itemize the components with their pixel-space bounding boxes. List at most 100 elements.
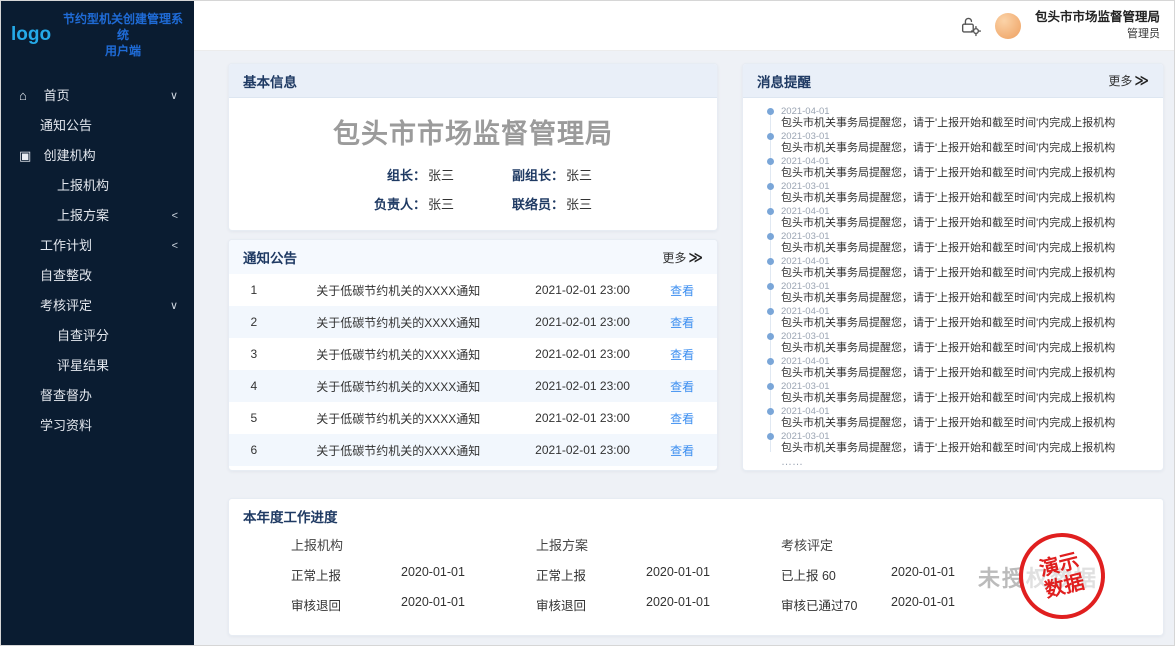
progress-label: 审核退回 bbox=[536, 595, 630, 614]
message-date: 2021-04-01 bbox=[781, 356, 1149, 367]
notice-view-link[interactable]: 查看 bbox=[647, 346, 717, 363]
sidebar-item[interactable]: 工作计划 < bbox=[1, 231, 194, 261]
notice-row: 3 关于低碳节约机关的XXXX通知 2021-02-01 23:00 查看 bbox=[229, 338, 717, 370]
progress-label: 审核已通过70 bbox=[781, 595, 875, 614]
sidebar-item[interactable]: 学习资料 bbox=[1, 411, 194, 441]
progress-group-title: 考核评定 bbox=[781, 535, 1026, 554]
message-date: 2021-04-01 bbox=[781, 306, 1149, 317]
sidebar-item[interactable]: 考核评定 ∨ bbox=[1, 291, 194, 321]
notice-time: 2021-02-01 23:00 bbox=[518, 411, 647, 425]
progress-row: 正常上报 2020-01-01 bbox=[291, 565, 536, 584]
message-text: 包头市机关事务局提醒您，请于'上报开始和截至时间'内完成上报机构 bbox=[781, 167, 1149, 180]
message-text: 包头市机关事务局提醒您，请于'上报开始和截至时间'内完成上报机构 bbox=[781, 342, 1149, 355]
notice-view-link[interactable]: 查看 bbox=[647, 378, 717, 395]
notice-row: 4 关于低碳节约机关的XXXX通知 2021-02-01 23:00 查看 bbox=[229, 370, 717, 402]
sidebar-item[interactable]: ⌂ 首页 ∨ bbox=[1, 81, 194, 111]
menu-item-label: 上报机构 bbox=[57, 178, 109, 193]
message-item: 2021-03-01 包头市机关事务局提醒您，请于'上报开始和截至时间'内完成上… bbox=[767, 131, 1149, 156]
notice-view-link[interactable]: 查看 bbox=[647, 442, 717, 459]
message-text: 包头市机关事务局提醒您，请于'上报开始和截至时间'内完成上报机构 bbox=[781, 367, 1149, 380]
message-item: 2021-03-01 包头市机关事务局提醒您，请于'上报开始和截至时间'内完成上… bbox=[767, 381, 1149, 406]
menu-item-label: 首页 bbox=[44, 88, 70, 103]
message-text: 包头市机关事务局提醒您，请于'上报开始和截至时间'内完成上报机构 bbox=[781, 192, 1149, 205]
notice-time: 2021-02-01 23:00 bbox=[518, 443, 647, 457]
menu-item-label: 通知公告 bbox=[40, 118, 92, 133]
message-date: 2021-03-01 bbox=[781, 181, 1149, 192]
sidebar-item[interactable]: ▣ 创建机构 bbox=[1, 141, 194, 171]
progress-title: 本年度工作进度 bbox=[243, 506, 338, 526]
more-arrow-icon: ≫ bbox=[688, 249, 703, 266]
message-date: 2021-03-01 bbox=[781, 431, 1149, 442]
message-text: 包头市机关事务局提醒您，请于'上报开始和截至时间'内完成上报机构 bbox=[781, 242, 1149, 255]
progress-value: 2020-01-01 bbox=[401, 595, 465, 614]
notice-title: 关于低碳节约机关的XXXX通知 bbox=[279, 282, 518, 299]
progress-group-title: 上报机构 bbox=[291, 535, 536, 554]
menu-item-label: 创建机构 bbox=[44, 148, 96, 163]
notice-view-link[interactable]: 查看 bbox=[647, 282, 717, 299]
info-field-label: 负责人： bbox=[354, 194, 426, 213]
message-text: 包头市机关事务局提醒您，请于'上报开始和截至时间'内完成上报机构 bbox=[781, 142, 1149, 155]
progress-row: 正常上报 2020-01-01 bbox=[536, 565, 781, 584]
menu-item-label: 评星结果 bbox=[57, 358, 109, 373]
notice-time: 2021-02-01 23:00 bbox=[518, 379, 647, 393]
message-date: 2021-03-01 bbox=[781, 381, 1149, 392]
message-item: 2021-03-01 包头市机关事务局提醒您，请于'上报开始和截至时间'内完成上… bbox=[767, 331, 1149, 356]
info-field-value: 张三 bbox=[566, 165, 592, 184]
message-item: 2021-03-01 包头市机关事务局提醒您，请于'上报开始和截至时间'内完成上… bbox=[767, 281, 1149, 306]
notice-view-link[interactable]: 查看 bbox=[647, 314, 717, 331]
sidebar-item[interactable]: 评星结果 bbox=[1, 351, 194, 381]
notice-title: 关于低碳节约机关的XXXX通知 bbox=[279, 442, 518, 459]
lock-settings-icon[interactable] bbox=[959, 15, 981, 37]
notice-view-link[interactable]: 查看 bbox=[647, 410, 717, 427]
notice-title: 关于低碳节约机关的XXXX通知 bbox=[279, 314, 518, 331]
message-text: 包头市机关事务局提醒您，请于'上报开始和截至时间'内完成上报机构 bbox=[781, 417, 1149, 430]
notice-index: 5 bbox=[229, 411, 279, 425]
message-item: 2021-04-01 包头市机关事务局提醒您，请于'上报开始和截至时间'内完成上… bbox=[767, 206, 1149, 231]
progress-value: 2020-01-01 bbox=[401, 565, 465, 584]
message-date: 2021-03-01 bbox=[781, 131, 1149, 142]
message-item: 2021-04-01 包头市机关事务局提醒您，请于'上报开始和截至时间'内完成上… bbox=[767, 306, 1149, 331]
progress-label: 正常上报 bbox=[291, 565, 385, 584]
progress-row: 审核退回 2020-01-01 bbox=[291, 595, 536, 614]
message-date: 2021-04-01 bbox=[781, 406, 1149, 417]
notice-index: 3 bbox=[229, 347, 279, 361]
message-item: 2021-03-01 包头市机关事务局提醒您，请于'上报开始和截至时间'内完成上… bbox=[767, 181, 1149, 206]
notice-index: 4 bbox=[229, 379, 279, 393]
notices-more-link[interactable]: 更多 ≫ bbox=[662, 249, 703, 266]
message-timeline: 2021-04-01 包头市机关事务局提醒您，请于'上报开始和截至时间'内完成上… bbox=[767, 106, 1149, 456]
avatar[interactable] bbox=[995, 13, 1021, 39]
system-title: 节约型机关创建管理系统 bbox=[58, 11, 188, 43]
message-text: 包头市机关事务局提醒您，请于'上报开始和截至时间'内完成上报机构 bbox=[781, 267, 1149, 280]
notice-row: 2 关于低碳节约机关的XXXX通知 2021-02-01 23:00 查看 bbox=[229, 306, 717, 338]
progress-row: 审核退回 2020-01-01 bbox=[536, 595, 781, 614]
chevron-icon: < bbox=[172, 231, 178, 261]
app-window: logo 节约型机关创建管理系统 用户端 ⌂ 首页 ∨ 通知公告 bbox=[0, 0, 1175, 646]
progress-card: 本年度工作进度 上报机构 正常上报 2020-01-01 审核退回 bbox=[228, 498, 1164, 636]
sidebar-item[interactable]: 督查督办 bbox=[1, 381, 194, 411]
message-date: 2021-03-01 bbox=[781, 331, 1149, 342]
messages-more-link[interactable]: 更多 ≫ bbox=[1108, 72, 1149, 89]
sidebar-item[interactable]: 上报机构 bbox=[1, 171, 194, 201]
sidebar-item[interactable]: 自查评分 bbox=[1, 321, 194, 351]
info-field-label: 副组长： bbox=[492, 165, 564, 184]
message-item: 2021-04-01 包头市机关事务局提醒您，请于'上报开始和截至时间'内完成上… bbox=[767, 406, 1149, 431]
info-field: 负责人： 张三 bbox=[354, 194, 454, 213]
sidebar-item[interactable]: 通知公告 bbox=[1, 111, 194, 141]
notice-index: 6 bbox=[229, 443, 279, 457]
progress-group-title: 上报方案 bbox=[536, 535, 781, 554]
info-field: 组长： 张三 bbox=[354, 165, 454, 184]
message-item: 2021-04-01 包头市机关事务局提醒您，请于'上报开始和截至时间'内完成上… bbox=[767, 106, 1149, 131]
notice-title: 关于低碳节约机关的XXXX通知 bbox=[279, 378, 518, 395]
user-info: 包头市市场监督管理局 管理员 bbox=[1035, 10, 1160, 42]
sidebar-item[interactable]: 上报方案 < bbox=[1, 201, 194, 231]
menu-item-label: 自查整改 bbox=[40, 268, 92, 283]
notice-time: 2021-02-01 23:00 bbox=[518, 283, 647, 297]
message-date: 2021-04-01 bbox=[781, 106, 1149, 117]
menu-item-label: 工作计划 bbox=[40, 238, 92, 253]
main-content: 基本信息 包头市市场监督管理局 组长： 张三 bbox=[194, 51, 1174, 645]
sidebar-item[interactable]: 自查整改 bbox=[1, 261, 194, 291]
messages-card: 消息提醒 更多 ≫ 2021-04-01 包头市机关事务局提醒您，请于'上报开始… bbox=[742, 63, 1164, 471]
notice-index: 1 bbox=[229, 283, 279, 297]
topbar: 包头市市场监督管理局 管理员 bbox=[194, 1, 1174, 51]
notice-time: 2021-02-01 23:00 bbox=[518, 347, 647, 361]
